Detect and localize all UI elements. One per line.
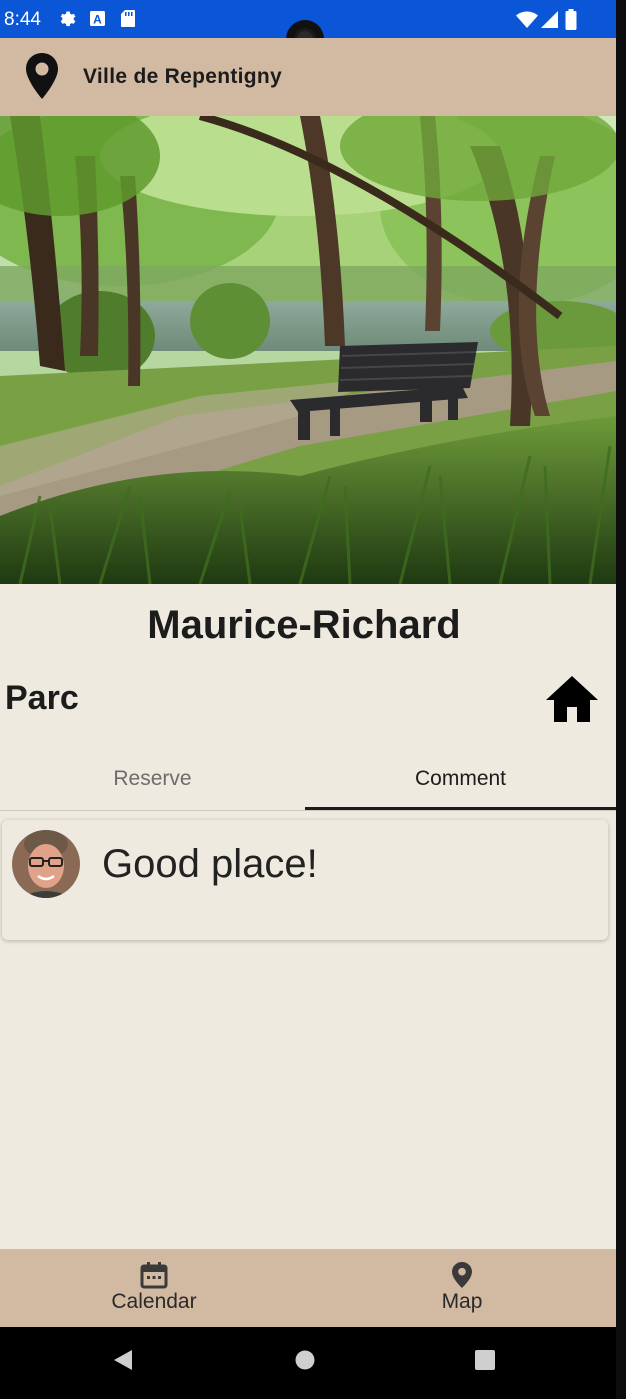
settings-icon <box>58 9 77 33</box>
a-icon: A <box>89 9 106 33</box>
app-title: Ville de Repentigny <box>83 65 283 88</box>
nav-calendar[interactable]: Calendar <box>0 1249 308 1327</box>
tab-comment[interactable]: Comment <box>305 750 616 810</box>
avatar <box>12 830 80 898</box>
battery-icon <box>565 9 577 35</box>
location-pin-icon[interactable] <box>24 52 60 105</box>
app-bar: Ville de Repentigny <box>0 38 616 116</box>
comment-text: Good place! <box>102 842 318 886</box>
bottom-nav: Calendar Map <box>0 1249 616 1327</box>
status-time: 8:44 <box>4 9 41 30</box>
nav-calendar-label: Calendar <box>111 1290 197 1313</box>
nav-map[interactable]: Map <box>308 1249 616 1327</box>
signal-icon <box>540 10 559 34</box>
tab-indicator <box>305 807 616 810</box>
sd-card-icon <box>120 9 136 33</box>
tab-bar: Reserve Comment <box>0 750 616 811</box>
home-circle-icon[interactable] <box>295 1350 315 1375</box>
nav-map-label: Map <box>441 1290 483 1313</box>
app-screen: 8:44 A Ville de Repentigny Maurice-Richa… <box>0 0 616 1399</box>
wifi-icon <box>516 11 538 33</box>
place-name: Maurice-Richard <box>147 603 461 647</box>
device-frame <box>616 0 626 1399</box>
park-photo <box>0 116 616 584</box>
home-icon <box>544 674 600 729</box>
place-category: Parc <box>5 679 79 717</box>
back-icon[interactable] <box>113 1349 133 1376</box>
comment-card[interactable]: Good place! <box>2 820 608 940</box>
system-nav-bar <box>0 1327 616 1399</box>
recents-icon[interactable] <box>475 1350 495 1375</box>
svg-text:A: A <box>93 13 102 27</box>
tab-reserve[interactable]: Reserve <box>0 750 305 810</box>
